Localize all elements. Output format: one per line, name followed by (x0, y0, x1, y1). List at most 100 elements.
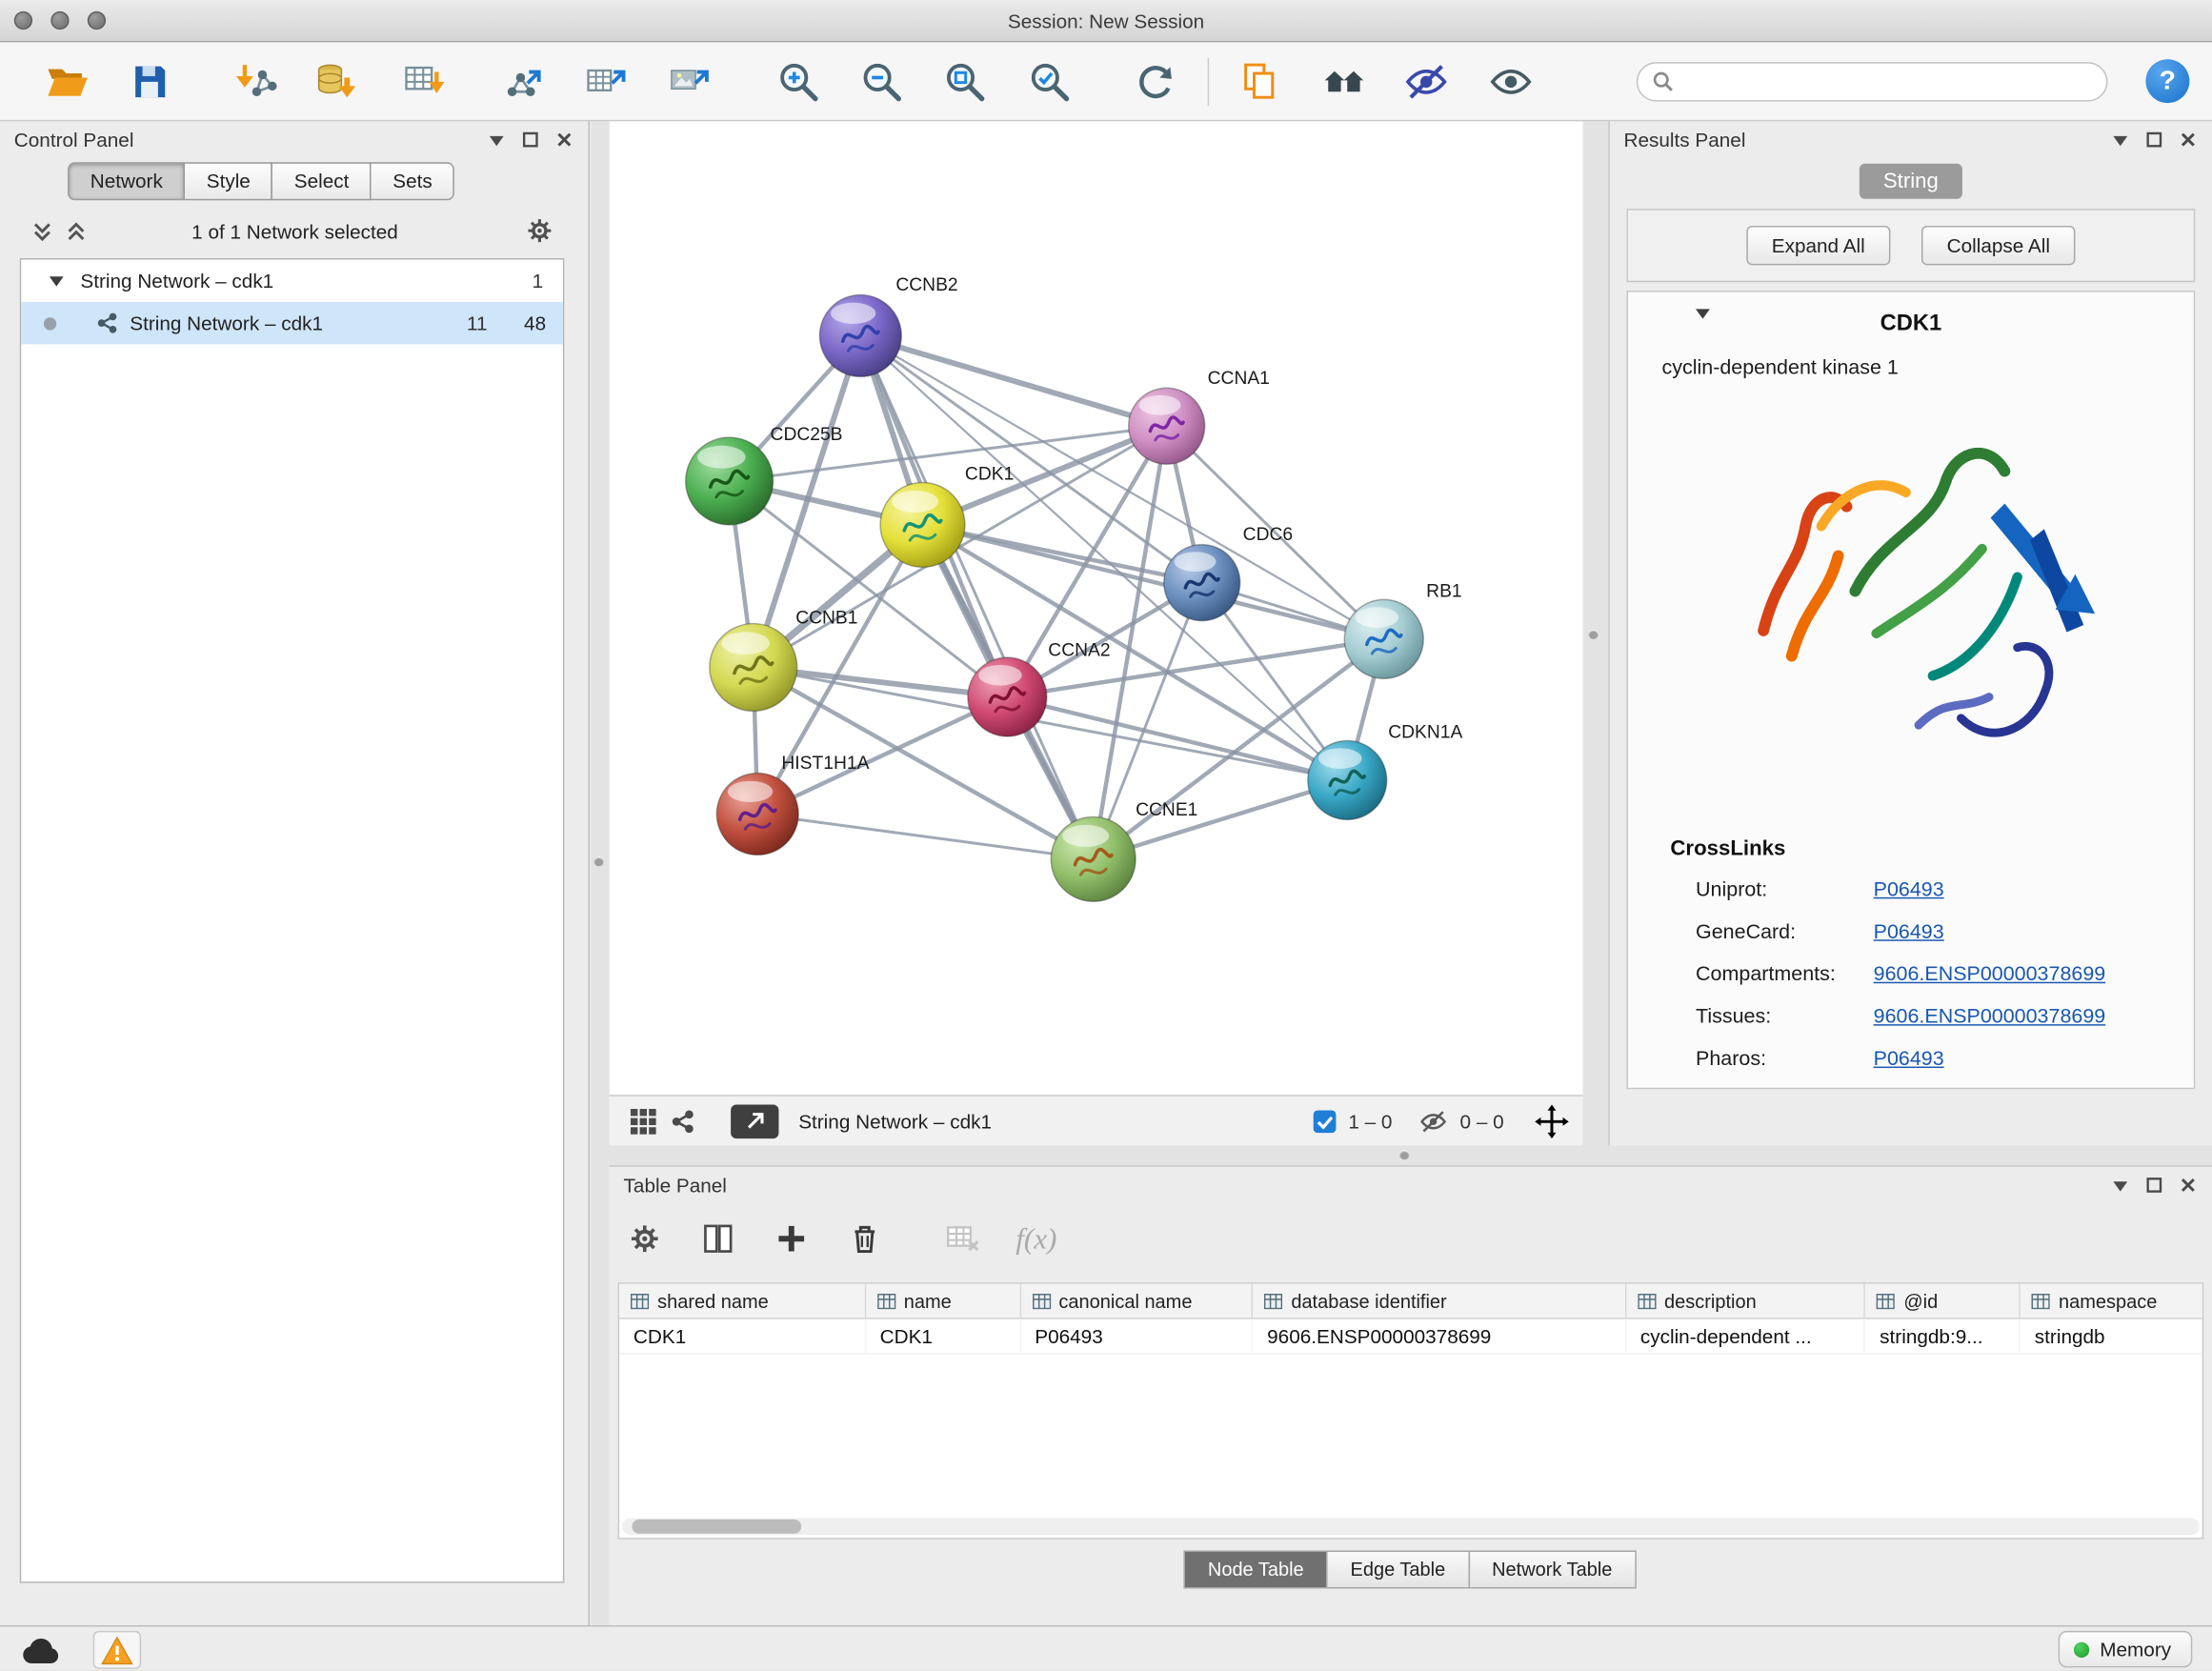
tab-node-table[interactable]: Node Table (1184, 1551, 1328, 1589)
import-network-database-button[interactable] (312, 56, 362, 107)
panel-float-button[interactable] (2144, 130, 2164, 150)
import-network-file-button[interactable] (231, 56, 282, 107)
tab-select[interactable]: Select (271, 162, 372, 200)
collapse-all-button[interactable]: Collapse All (1921, 226, 2076, 265)
table-cell[interactable]: cyclin-dependent ... (1626, 1319, 1865, 1354)
table-panel: Table Panel (610, 1165, 2212, 1625)
tab-sets[interactable]: Sets (371, 162, 455, 200)
table-cell[interactable]: 9606.ENSP00000378699 (1253, 1319, 1626, 1354)
results-panel: Results Panel String Expand All Collapse… (1608, 121, 2212, 1145)
tab-network-table[interactable]: Network Table (1468, 1551, 1637, 1589)
grid-view-button[interactable] (624, 1101, 663, 1140)
hide-graphics-details-button[interactable] (1401, 56, 1452, 107)
scrollbar-thumb[interactable] (632, 1520, 801, 1534)
show-columns-button[interactable] (697, 1218, 739, 1259)
protein-description: cyclin-dependent kinase 1 (1662, 357, 2194, 380)
window-title: Session: New Session (0, 0, 2212, 42)
panel-close-button[interactable] (554, 130, 574, 150)
panel-menu-button[interactable] (2110, 130, 2130, 150)
panel-close-button[interactable] (2179, 1176, 2199, 1196)
column-header-name[interactable]: name (866, 1284, 1021, 1319)
close-icon (2179, 1176, 2199, 1196)
panel-float-button[interactable] (520, 130, 540, 150)
warnings-button[interactable] (93, 1631, 141, 1669)
right-splitter-handle[interactable] (1588, 629, 1598, 638)
network-edge (923, 525, 1384, 639)
clone-network-button[interactable] (1235, 56, 1285, 107)
search-input[interactable] (1683, 65, 2106, 99)
tab-edge-table[interactable]: Edge Table (1326, 1551, 1469, 1589)
table-cell[interactable]: CDK1 (866, 1319, 1021, 1354)
compartments-link[interactable]: 9606.ENSP00000378699 (1874, 963, 2106, 986)
export-table-button[interactable] (581, 56, 632, 107)
table-options-button[interactable] (624, 1218, 666, 1259)
network-collection-row[interactable]: String Network – cdk1 1 (21, 259, 563, 301)
table-cell[interactable]: stringdb:9... (1865, 1319, 2021, 1354)
zoom-selected-button[interactable] (1024, 56, 1075, 107)
panel-float-button[interactable] (2144, 1176, 2164, 1196)
delete-column-button[interactable] (844, 1218, 886, 1259)
cloud-status-button[interactable] (20, 1635, 62, 1666)
table-cell[interactable]: P06493 (1020, 1319, 1253, 1354)
pharos-link[interactable]: P06493 (1874, 1048, 1944, 1071)
export-network-icon (501, 59, 546, 104)
show-graphics-details-button[interactable] (1485, 56, 1536, 107)
column-type-icon (1264, 1293, 1282, 1308)
search-icon (1652, 70, 1675, 93)
memory-button[interactable]: Memory (2059, 1631, 2192, 1668)
panel-close-button[interactable] (2179, 130, 2199, 150)
horizontal-splitter-handle[interactable] (1399, 1150, 1409, 1159)
create-column-button[interactable] (771, 1218, 813, 1259)
column-header-canonical-name[interactable]: canonical name (1020, 1284, 1253, 1319)
column-header-namespace[interactable]: namespace (2021, 1284, 2202, 1319)
network-edge (860, 335, 1093, 858)
uniprot-link[interactable]: P06493 (1874, 879, 1944, 902)
crosslink-row: Compartments: 9606.ENSP00000378699 (1628, 954, 2194, 996)
horizontal-scrollbar[interactable] (622, 1518, 2200, 1535)
column-header-database-identifier[interactable]: database identifier (1253, 1284, 1626, 1319)
left-splitter[interactable] (591, 121, 609, 1625)
zoom-fit-button[interactable] (939, 56, 990, 107)
search-field (1637, 62, 2108, 101)
node-label-RB1: RB1 (1426, 581, 1461, 601)
disclosure-triangle-icon[interactable] (50, 276, 64, 286)
expand-all-button[interactable]: Expand All (1746, 226, 1890, 265)
tab-style[interactable]: Style (184, 162, 272, 200)
genecard-link[interactable]: P06493 (1874, 921, 1944, 944)
zoom-in-button[interactable] (774, 56, 824, 107)
open-session-button[interactable] (39, 56, 90, 107)
hidden-eye-slash-icon[interactable] (1418, 1107, 1449, 1136)
table-cell[interactable]: CDK1 (619, 1319, 866, 1354)
panel-menu-button[interactable] (2110, 1176, 2130, 1196)
table-cell[interactable]: stringdb (2021, 1319, 2202, 1354)
horizontal-splitter[interactable] (610, 1145, 2212, 1165)
export-network-button[interactable] (498, 56, 549, 107)
detach-view-button[interactable] (731, 1104, 778, 1138)
protein-details-section: CDK1 cyclin-dependent kinase 1 CrossLink… (1626, 291, 2195, 1089)
close-icon (2179, 130, 2199, 150)
column-type-icon (1638, 1293, 1656, 1308)
panel-menu-button[interactable] (487, 130, 507, 150)
network-graph[interactable]: CCNB2CCNA1CDC25BCDK1CDC6RB1CCNB1CCNA2CDK… (610, 121, 1583, 1095)
column-header-shared-name[interactable]: shared name (619, 1284, 866, 1319)
overview-button[interactable] (1319, 56, 1370, 107)
left-splitter-handle[interactable] (593, 856, 603, 866)
column-header-description[interactable]: description (1626, 1284, 1865, 1319)
tab-network[interactable]: Network (68, 162, 185, 200)
save-session-button[interactable] (124, 56, 174, 107)
selected-checkbox-icon[interactable] (1312, 1108, 1337, 1134)
network-list-button[interactable] (663, 1101, 702, 1140)
zoom-out-button[interactable] (856, 56, 907, 107)
tissues-link[interactable]: 9606.ENSP00000378699 (1874, 1006, 2106, 1029)
help-button[interactable]: ? (2145, 59, 2189, 103)
update-network-button[interactable] (1130, 56, 1180, 107)
table-row[interactable]: CDK1 CDK1 P06493 9606.ENSP00000378699 cy… (619, 1319, 2202, 1355)
network-options-button[interactable] (526, 217, 553, 244)
network-row[interactable]: String Network – cdk1 11 48 (21, 302, 563, 344)
tab-string[interactable]: String (1860, 164, 1962, 199)
column-header-id[interactable]: @id (1865, 1284, 2021, 1319)
zoom-selected-icon (1027, 59, 1072, 104)
pan-crosshair-button[interactable] (1535, 1104, 1569, 1138)
export-image-button[interactable] (665, 56, 715, 107)
import-table-file-button[interactable] (399, 56, 450, 107)
